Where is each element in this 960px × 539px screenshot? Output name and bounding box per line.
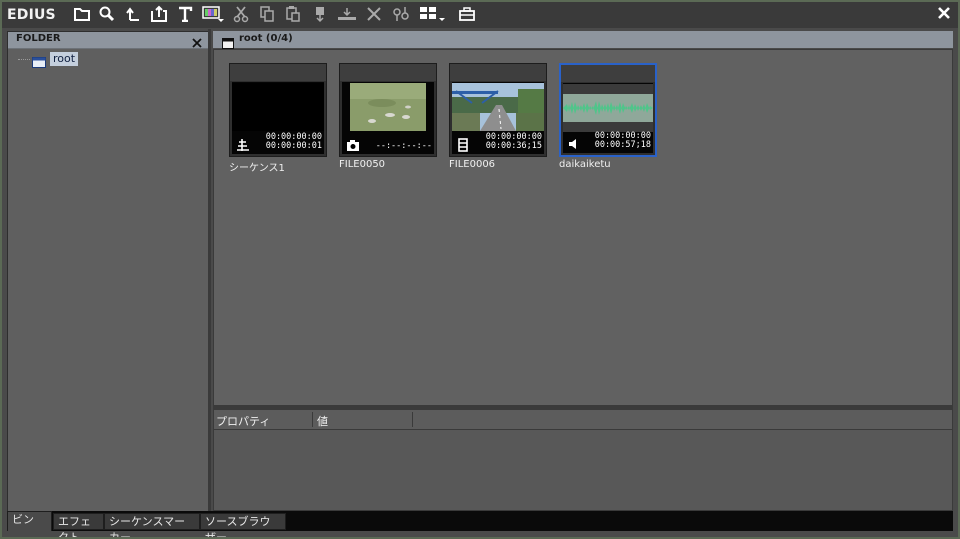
- color-bar-icon[interactable]: [202, 3, 224, 25]
- thumbnail-image: [232, 83, 324, 131]
- property-panel: プロパティ 値: [213, 409, 953, 511]
- clip-timecode-out: 00:00:00:01: [265, 141, 322, 151]
- clip-timecode-out: --:--:--:--: [375, 141, 432, 151]
- toolbox-icon[interactable]: [456, 3, 478, 25]
- clip-thumbnail: 00:00:00:00 00:00:57;18: [563, 83, 653, 153]
- folder-panel-title: FOLDER: [16, 33, 61, 44]
- paste-icon[interactable]: [282, 3, 304, 25]
- column-separator[interactable]: [412, 412, 413, 427]
- clip-item[interactable]: 00:00:00:00 00:00:00:01 シーケンス1: [229, 63, 329, 174]
- clip-timecode-out: 00:00:57;18: [594, 140, 651, 150]
- clip-item[interactable]: 00:00:00:00 00:00:36;15 FILE0006: [449, 63, 549, 170]
- clip-name: daikaiketu: [559, 159, 611, 170]
- view-mode-icon[interactable]: [418, 3, 448, 25]
- new-folder-icon[interactable]: [71, 3, 93, 25]
- clip-timecode-out: 00:00:36;15: [485, 141, 542, 151]
- still-image-icon: [346, 137, 360, 151]
- up-level-icon[interactable]: [122, 3, 144, 25]
- clip-item[interactable]: --:--:--:-- FILE0050: [339, 63, 439, 170]
- clip-topbar: [340, 64, 436, 81]
- tree-item-label: root: [50, 52, 79, 66]
- insert-icon[interactable]: [336, 3, 358, 25]
- clip-topbar: [561, 65, 655, 82]
- clip-thumbnail: --:--:--:--: [342, 82, 434, 154]
- clip-topbar: [450, 64, 546, 81]
- panel-tab-bar: ビン エフェクト シーケンスマーカー ソースブラウザー: [7, 511, 953, 537]
- close-window-icon[interactable]: [935, 4, 953, 22]
- bin-clip-area[interactable]: 00:00:00:00 00:00:00:01 シーケンス1 --:--:--:…: [213, 49, 953, 406]
- panel-splitter[interactable]: [208, 29, 211, 513]
- bin-window: EDIUS FOLDER root root (0/4) 00:00:00:00…: [2, 2, 958, 537]
- bin-header: root (0/4): [213, 31, 953, 49]
- tree-item-root[interactable]: root: [18, 51, 79, 68]
- add-to-timeline-icon[interactable]: [309, 3, 331, 25]
- search-icon[interactable]: [96, 3, 118, 25]
- clip-name: FILE0050: [339, 159, 386, 170]
- folder-icon: [222, 34, 234, 49]
- app-title: EDIUS: [7, 7, 56, 23]
- column-header-property[interactable]: プロパティ: [216, 413, 270, 429]
- toolbar: EDIUS: [2, 2, 958, 28]
- thumbnail-image: [452, 83, 544, 131]
- tab-sequence-marker[interactable]: シーケンスマーカー: [104, 513, 200, 537]
- folder-panel: FOLDER root: [7, 31, 209, 512]
- properties-icon[interactable]: [390, 3, 412, 25]
- folder-icon: [32, 53, 46, 68]
- audio-clip-icon: [567, 136, 581, 150]
- clip-thumbnail-frame[interactable]: 00:00:00:00 00:00:36;15: [449, 63, 547, 157]
- tree-connector: [18, 58, 30, 60]
- clip-thumbnail-frame[interactable]: 00:00:00:00 00:00:00:01: [229, 63, 327, 157]
- thumbnail-image: [563, 84, 653, 132]
- bin-title: root (0/4): [239, 33, 293, 44]
- clip-item[interactable]: 00:00:00:00 00:00:57;18 daikaiketu: [559, 63, 659, 170]
- clip-thumbnail: 00:00:00:00 00:00:00:01: [232, 82, 324, 154]
- clip-name: シーケンス1: [229, 163, 285, 174]
- column-header-value[interactable]: 値: [317, 413, 328, 429]
- column-separator[interactable]: [312, 412, 313, 427]
- video-clip-icon: [456, 137, 470, 152]
- sequence-icon: [236, 137, 250, 151]
- clip-thumbnail: 00:00:00:00 00:00:36;15: [452, 82, 544, 154]
- property-table-header: プロパティ 値: [214, 410, 952, 430]
- title-icon[interactable]: [174, 3, 196, 25]
- folder-panel-header: FOLDER: [8, 32, 208, 49]
- delete-icon[interactable]: [363, 3, 385, 25]
- folder-panel-close-icon[interactable]: [191, 34, 203, 48]
- cut-icon[interactable]: [230, 3, 252, 25]
- thumbnail-image: [342, 83, 434, 131]
- clip-thumbnail-frame[interactable]: --:--:--:--: [339, 63, 437, 157]
- tab-effect[interactable]: エフェクト: [53, 513, 104, 537]
- tab-source-browser[interactable]: ソースブラウザー: [200, 513, 286, 537]
- tab-bin[interactable]: ビン: [7, 511, 52, 531]
- import-icon[interactable]: [148, 3, 170, 25]
- copy-icon[interactable]: [256, 3, 278, 25]
- clip-topbar: [230, 64, 326, 81]
- clip-name: FILE0006: [449, 159, 496, 170]
- clip-thumbnail-frame[interactable]: 00:00:00:00 00:00:57;18: [559, 63, 657, 157]
